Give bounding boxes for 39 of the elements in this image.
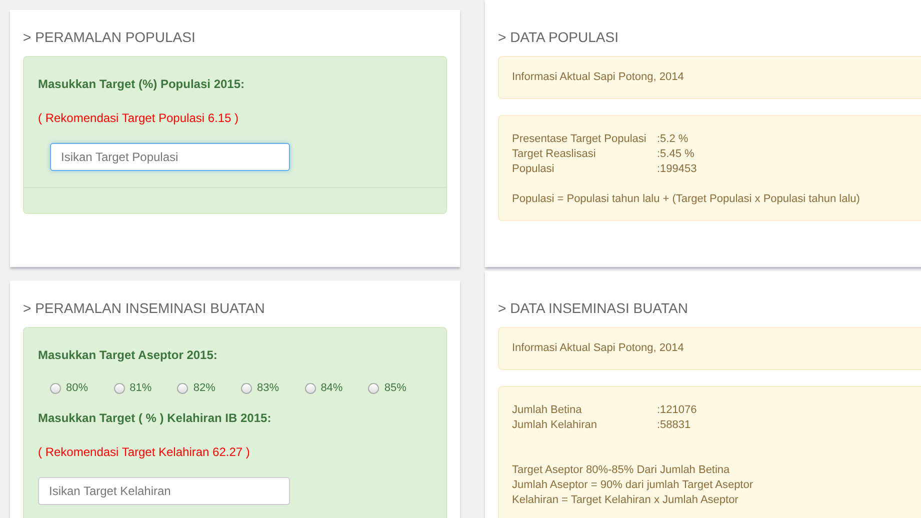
radio-button[interactable] bbox=[368, 382, 380, 394]
info-value: :58831 bbox=[657, 418, 691, 433]
info-text: Kelahiran = Target Kelahiran x Jumlah Aseptor bbox=[512, 493, 740, 508]
info-value: :121076 bbox=[657, 403, 697, 418]
info-label: Populasi bbox=[512, 162, 556, 177]
info-label: Target Reaslisasi bbox=[512, 147, 597, 162]
radio-label[interactable]: 83% bbox=[257, 380, 280, 396]
form-label: Masukkan Target (%) Populasi 2015: bbox=[38, 76, 246, 93]
panel-title: > DATA INSEMINASI BUATAN bbox=[498, 299, 689, 318]
recommendation-text: ( Rekomendasi Target Kelahiran 62.27 ) bbox=[38, 444, 251, 460]
radio-label[interactable]: 80% bbox=[66, 380, 88, 396]
radio-label[interactable]: 81% bbox=[130, 380, 152, 396]
info-label: Presentase Target Populasi bbox=[512, 132, 648, 147]
recommendation-text: ( Rekomendasi Target Populasi 6.15 ) bbox=[38, 110, 240, 127]
form-label: Masukkan Target ( % ) Kelahiran IB 2015: bbox=[38, 410, 272, 426]
form-label: Masukkan Target Aseptor 2015: bbox=[38, 347, 218, 364]
radio-button[interactable] bbox=[241, 382, 252, 394]
info-text: Target Aseptor 80%-85% Dari Jumlah Betina bbox=[512, 463, 731, 478]
radio-label[interactable]: 85% bbox=[384, 380, 406, 396]
panel-title: > PERAMALAN POPULASI bbox=[23, 28, 196, 47]
info-value: :5.2 % bbox=[657, 132, 688, 147]
radio-label[interactable]: 82% bbox=[193, 380, 216, 396]
info-value: :199453 bbox=[657, 162, 697, 177]
info-text: Informasi Aktual Sapi Potong, 2014 bbox=[512, 341, 685, 356]
info-text: Populasi = Populasi tahun lalu + (Target Populasi x Populasi tahun lalu) bbox=[512, 192, 861, 207]
info-label: Jumlah Betina bbox=[512, 403, 583, 418]
radio-button[interactable] bbox=[50, 382, 61, 394]
radio-label[interactable]: 84% bbox=[320, 380, 343, 396]
info-label: Jumlah Kelahiran bbox=[512, 418, 598, 433]
radio-button[interactable] bbox=[114, 382, 125, 394]
input-field[interactable]: Isikan Target Populasi bbox=[50, 143, 290, 171]
info-value: :5.45 % bbox=[657, 147, 694, 162]
radio-button[interactable] bbox=[304, 382, 316, 394]
panel-title: > DATA POPULASI bbox=[498, 28, 620, 47]
radio-button[interactable] bbox=[177, 382, 188, 394]
input-field[interactable]: Isikan Target Kelahiran bbox=[38, 476, 290, 504]
info-text: Jumlah Aseptor = 90% dari jumlah Target Aseptor bbox=[512, 478, 754, 493]
info-text: Informasi Aktual Sapi Potong, 2014 bbox=[512, 70, 685, 85]
panel-title: > PERAMALAN INSEMINASI BUATAN bbox=[23, 299, 266, 318]
